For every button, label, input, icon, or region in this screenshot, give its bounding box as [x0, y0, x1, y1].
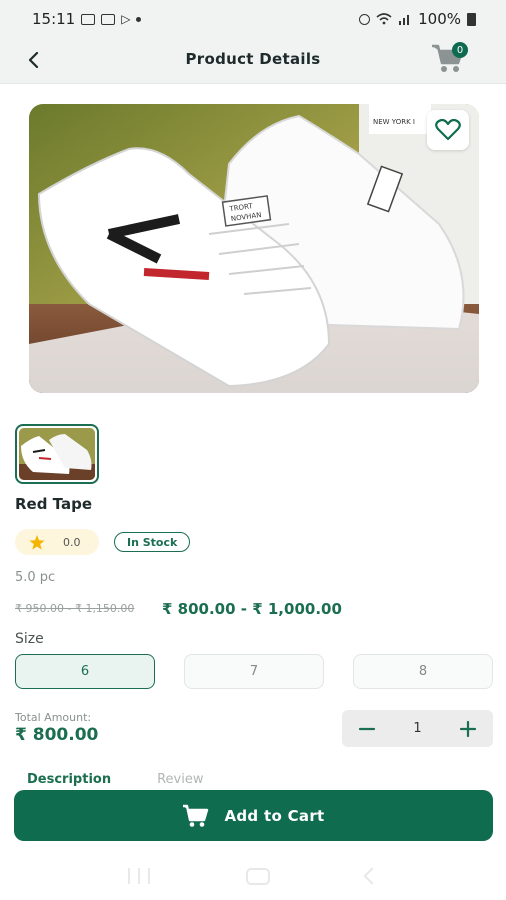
heart-icon — [435, 119, 461, 141]
discounted-price: ₹ 800.00 - ₹ 1,000.00 — [162, 600, 342, 618]
favorite-button[interactable] — [427, 110, 469, 150]
original-price: ₹ 950.00 - ₹ 1,150.00 — [15, 602, 135, 615]
status-time: 15:11 — [32, 10, 76, 28]
rating-badge: 0.0 — [15, 529, 99, 555]
rating-value: 0.0 — [63, 535, 81, 549]
app-bar: Product Details 0 — [0, 38, 506, 84]
product-thumbnail[interactable] — [15, 424, 99, 484]
sneaker-photo: TRORT NOVHAN NEW YORK I — [29, 104, 479, 393]
increase-quantity-button[interactable] — [457, 718, 479, 740]
cart-button[interactable]: 0 — [430, 42, 470, 76]
quantity-stepper: 1 — [342, 710, 493, 747]
total-amount-value: ₹ 800.00 — [15, 725, 99, 745]
signal-icon — [399, 15, 410, 25]
product-name: Red Tape — [15, 495, 93, 513]
sneaker-thumbnail — [19, 428, 95, 480]
status-right: 100% — [359, 10, 476, 28]
minus-icon — [358, 727, 376, 730]
decrease-quantity-button[interactable] — [356, 718, 378, 740]
battery-icon — [467, 12, 476, 26]
system-navigation-bar — [0, 852, 506, 900]
status-left: 15:11 ▷ — [32, 10, 142, 28]
play-store-icon: ▷ — [121, 12, 131, 26]
gallery-notification-icon — [81, 13, 96, 25]
star-icon — [29, 534, 45, 550]
quantity-value: 1 — [413, 721, 422, 736]
cart-count-badge: 0 — [452, 42, 468, 58]
plus-icon — [459, 720, 477, 737]
system-back-icon[interactable] — [363, 867, 381, 885]
recents-icon[interactable] — [128, 868, 150, 884]
add-to-cart-label: Add to Cart — [224, 806, 325, 825]
tab-review[interactable]: Review — [157, 772, 203, 787]
more-notifications-icon — [136, 16, 142, 22]
product-image[interactable]: TRORT NOVHAN NEW YORK I — [29, 104, 479, 393]
detail-tabs: Description Review — [27, 772, 203, 787]
size-option-8[interactable]: 8 — [353, 654, 493, 689]
home-icon[interactable] — [246, 867, 270, 885]
size-option-7[interactable]: 7 — [184, 654, 324, 689]
total-amount-label: Total Amount: — [15, 711, 92, 724]
alarm-icon — [359, 13, 371, 25]
product-unit: 5.0 pc — [15, 570, 56, 585]
status-bar: 15:11 ▷ 100% — [0, 0, 506, 38]
tab-description[interactable]: Description — [27, 772, 111, 787]
add-to-cart-button[interactable]: Add to Cart — [14, 790, 493, 841]
cart-icon — [183, 804, 209, 827]
wifi-icon — [376, 13, 392, 25]
stock-status-badge: In Stock — [114, 532, 191, 552]
message-notification-icon — [101, 13, 116, 25]
size-option-6[interactable]: 6 — [15, 654, 155, 689]
size-label: Size — [15, 631, 44, 647]
svg-text:NEW YORK I: NEW YORK I — [373, 118, 415, 126]
battery-percent: 100% — [418, 10, 461, 28]
